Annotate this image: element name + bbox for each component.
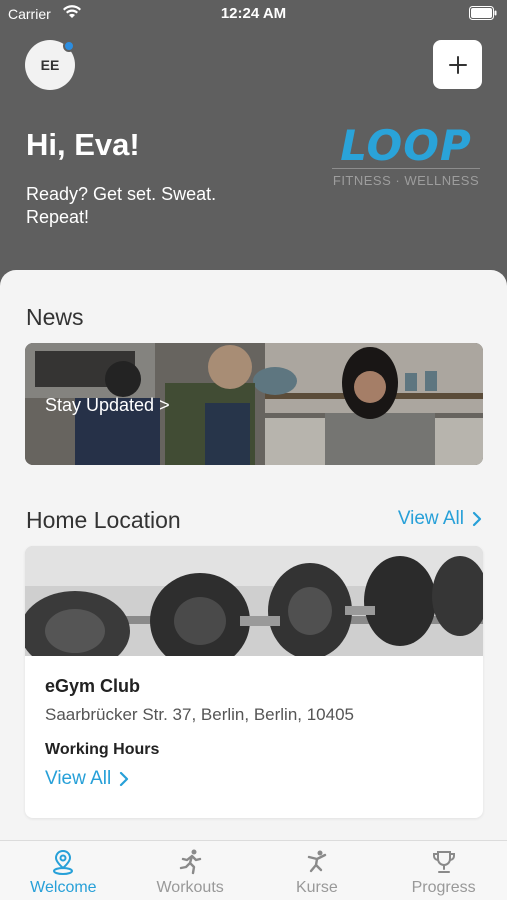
- plus-icon: [448, 55, 467, 74]
- status-bar: Carrier 12:24 AM: [0, 0, 507, 28]
- tab-workouts[interactable]: Workouts: [127, 841, 254, 900]
- svg-text:LOOP: LOOP: [340, 123, 471, 167]
- avatar[interactable]: EE: [25, 40, 75, 90]
- hours-view-all-label: View All: [45, 768, 112, 789]
- tab-bar: Welcome Workouts Kurse Progress: [0, 840, 507, 900]
- chevron-right-icon: [472, 511, 482, 527]
- stay-updated-link[interactable]: Stay Updated >: [45, 395, 170, 416]
- news-card[interactable]: Stay Updated >: [25, 343, 483, 465]
- tab-welcome[interactable]: Welcome: [0, 841, 127, 900]
- working-hours-label: Working Hours: [45, 741, 160, 758]
- club-name: eGym Club: [45, 676, 141, 696]
- logo-divider: [332, 168, 480, 169]
- club-address: Saarbrücker Str. 37, Berlin, Berlin, 104…: [45, 705, 354, 724]
- news-heading: News: [26, 304, 84, 330]
- tab-workouts-label: Workouts: [156, 879, 224, 896]
- home-location-heading: Home Location: [26, 507, 181, 533]
- add-button[interactable]: [433, 40, 482, 89]
- battery-icon: [469, 6, 497, 20]
- loop-logo: LOOP FITNESS · WELLNESS: [330, 123, 482, 189]
- home-location-card[interactable]: eGym Club Saarbrücker Str. 37, Berlin, B…: [25, 546, 483, 818]
- greeting: Hi, Eva!: [26, 127, 140, 162]
- home-view-all-link[interactable]: View All: [398, 508, 482, 530]
- logo-subtitle: FITNESS · WELLNESS: [332, 173, 480, 188]
- tab-kurse[interactable]: Kurse: [254, 841, 381, 900]
- tab-kurse-label: Kurse: [295, 879, 338, 896]
- tab-progress-label: Progress: [411, 879, 476, 896]
- tagline: Ready? Get set. Sweat. Repeat!: [26, 184, 217, 227]
- dancing-icon: [307, 850, 327, 873]
- location-pin-icon: [53, 849, 74, 875]
- main-content: News Stay Updated > Home Location View A…: [0, 270, 507, 840]
- status-time: 12:24 AM: [220, 5, 287, 22]
- tab-welcome-label: Welcome: [30, 879, 97, 896]
- notification-dot: [63, 40, 75, 52]
- header: Carrier 12:24 AM EE Hi, Eva! Ready? Get …: [0, 0, 507, 300]
- tab-progress[interactable]: Progress: [380, 841, 507, 900]
- logo-wordmark: LOOP: [340, 123, 471, 167]
- home-view-all-label: View All: [397, 508, 464, 529]
- gym-image: [25, 546, 483, 656]
- avatar-initials: EE: [40, 57, 60, 73]
- chevron-right-icon: [120, 771, 129, 787]
- trophy-icon: [432, 851, 455, 873]
- running-icon: [179, 849, 202, 875]
- hours-view-all-link[interactable]: View All: [45, 768, 129, 790]
